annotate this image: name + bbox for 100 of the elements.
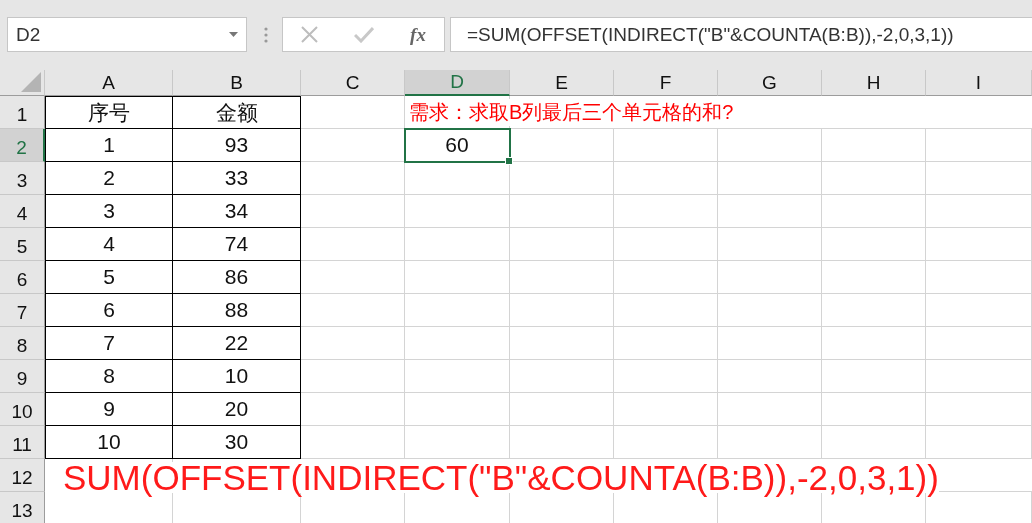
- check-icon[interactable]: [354, 26, 375, 43]
- grid-cell[interactable]: [405, 327, 510, 360]
- grid-cell[interactable]: [822, 261, 926, 294]
- grid-cell[interactable]: [301, 327, 405, 360]
- grid-cell[interactable]: [405, 228, 510, 261]
- row-header[interactable]: 7: [0, 294, 45, 327]
- grid-cell[interactable]: [926, 162, 1032, 195]
- grid-cell[interactable]: [718, 360, 822, 393]
- formula-field[interactable]: =SUM(OFFSET(INDIRECT("B"&COUNTA(B:B)),-2,0,3,1)): [450, 17, 1032, 52]
- grid-cell[interactable]: [510, 360, 614, 393]
- grid-cell[interactable]: [301, 360, 405, 393]
- row-header[interactable]: 3: [0, 162, 45, 195]
- grid-cell[interactable]: [405, 360, 510, 393]
- grid-cell[interactable]: [822, 162, 926, 195]
- grid-cell[interactable]: [822, 327, 926, 360]
- grid-cell[interactable]: [822, 426, 926, 459]
- grid-cell[interactable]: [718, 426, 822, 459]
- grid-cell[interactable]: [301, 162, 405, 195]
- row-header[interactable]: 12: [0, 459, 45, 492]
- column-header[interactable]: D: [405, 70, 510, 96]
- grid-cell[interactable]: [718, 261, 822, 294]
- column-header[interactable]: E: [510, 70, 614, 96]
- row-header[interactable]: 13: [0, 492, 45, 523]
- grid-cell[interactable]: [926, 195, 1032, 228]
- grid-cell[interactable]: [614, 294, 718, 327]
- grid-cell[interactable]: [405, 162, 510, 195]
- grid-cell[interactable]: [510, 162, 614, 195]
- grid-cell[interactable]: [510, 294, 614, 327]
- grid-cell[interactable]: [926, 327, 1032, 360]
- grid-cell[interactable]: [510, 393, 614, 426]
- row-header[interactable]: 1: [0, 96, 45, 129]
- column-header[interactable]: I: [926, 70, 1032, 96]
- grid-cell[interactable]: [405, 294, 510, 327]
- grid-cell[interactable]: [405, 261, 510, 294]
- grid-cell[interactable]: [301, 426, 405, 459]
- grid-cell[interactable]: [510, 228, 614, 261]
- column-header[interactable]: F: [614, 70, 718, 96]
- column-header[interactable]: B: [173, 70, 301, 96]
- grid-cell[interactable]: [510, 261, 614, 294]
- table-cell: 2: [103, 166, 115, 190]
- name-box[interactable]: D2: [7, 17, 247, 52]
- row-header[interactable]: 9: [0, 360, 45, 393]
- grid-cell[interactable]: [510, 426, 614, 459]
- grid-cell[interactable]: [614, 426, 718, 459]
- grid-cell[interactable]: [718, 327, 822, 360]
- grid-cell[interactable]: [822, 195, 926, 228]
- dropdown-icon[interactable]: [229, 32, 238, 37]
- grid-cell[interactable]: [510, 327, 614, 360]
- grid-cell[interactable]: [718, 162, 822, 195]
- grid-cell[interactable]: [301, 261, 405, 294]
- grid-cell[interactable]: [822, 129, 926, 162]
- table-cell: 7: [103, 331, 115, 355]
- row-header[interactable]: 11: [0, 426, 45, 459]
- row-header[interactable]: 6: [0, 261, 45, 294]
- grid-cell[interactable]: [822, 360, 926, 393]
- grid-cell[interactable]: [614, 195, 718, 228]
- grid-cell[interactable]: [301, 228, 405, 261]
- grid-cell[interactable]: [614, 327, 718, 360]
- grid-cell[interactable]: [822, 393, 926, 426]
- row-header[interactable]: 10: [0, 393, 45, 426]
- grid-cell[interactable]: [822, 228, 926, 261]
- cancel-icon[interactable]: [301, 26, 318, 43]
- grid-cell[interactable]: [614, 393, 718, 426]
- grid-cell[interactable]: [718, 228, 822, 261]
- grid-cell[interactable]: [926, 228, 1032, 261]
- grid-cell[interactable]: [926, 261, 1032, 294]
- row-header[interactable]: 8: [0, 327, 45, 360]
- column-header[interactable]: H: [822, 70, 926, 96]
- row-header[interactable]: 5: [0, 228, 45, 261]
- grid-cell[interactable]: [405, 195, 510, 228]
- grid-cell[interactable]: [926, 393, 1032, 426]
- select-all-icon[interactable]: [21, 72, 41, 92]
- grid-cell[interactable]: [301, 393, 405, 426]
- grid-cell[interactable]: [301, 294, 405, 327]
- fill-handle-icon[interactable]: [505, 157, 513, 165]
- grid-cell[interactable]: [926, 426, 1032, 459]
- grid-cell[interactable]: [718, 393, 822, 426]
- grid-cell[interactable]: [614, 360, 718, 393]
- column-header[interactable]: C: [301, 70, 405, 96]
- grid-cell[interactable]: [718, 195, 822, 228]
- grid-cell[interactable]: [614, 162, 718, 195]
- row-header[interactable]: 2: [0, 129, 45, 162]
- grid-cell[interactable]: [718, 129, 822, 162]
- grid-cell[interactable]: [405, 426, 510, 459]
- column-header[interactable]: A: [45, 70, 173, 96]
- grid-cell[interactable]: [405, 393, 510, 426]
- grid-cell[interactable]: [301, 195, 405, 228]
- grid-cell[interactable]: [718, 294, 822, 327]
- column-header[interactable]: G: [718, 70, 822, 96]
- grid-cell[interactable]: [926, 294, 1032, 327]
- row-header[interactable]: 4: [0, 195, 45, 228]
- grid-cell[interactable]: [822, 294, 926, 327]
- grid-cell[interactable]: [510, 195, 614, 228]
- grid-cell[interactable]: [926, 129, 1032, 162]
- grid-cell[interactable]: [614, 228, 718, 261]
- insert-function-button[interactable]: fx: [410, 23, 426, 46]
- grid-cell[interactable]: [510, 129, 614, 162]
- grid-cell[interactable]: [926, 360, 1032, 393]
- grid-cell[interactable]: [614, 129, 718, 162]
- grid-cell[interactable]: [614, 261, 718, 294]
